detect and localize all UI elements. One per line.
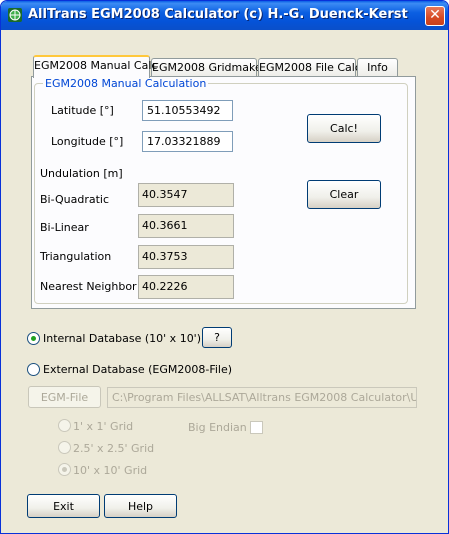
tab-gridmaker[interactable]: EGM2008 Gridmaker <box>151 58 266 78</box>
app-window: AllTrans EGM2008 Calculator (c) H.-G. Du… <box>0 0 449 534</box>
tab-label: Info <box>367 61 388 74</box>
tab-file-calc[interactable]: EGM2008 File Calc <box>258 58 361 78</box>
tab-label: EGM2008 File Calc <box>259 61 361 74</box>
tab-label: EGM2008 Manual Calc <box>34 59 158 72</box>
grid-1x1-radio[interactable] <box>58 419 71 432</box>
group-title: EGM2008 Manual Calculation <box>43 77 209 90</box>
calc-button[interactable]: Calc! <box>307 114 381 143</box>
biquadratic-value: 40.3547 <box>138 183 234 207</box>
latitude-label: Latitude [°] <box>51 104 114 117</box>
tab-label: EGM2008 Gridmaker <box>152 61 267 74</box>
external-database-radio[interactable] <box>27 363 40 376</box>
nearest-neighbor-value: 40.2226 <box>138 275 234 299</box>
grid-2-5x2-5-label: 2.5' x 2.5' Grid <box>73 442 155 455</box>
clear-button[interactable]: Clear <box>307 180 381 209</box>
tab-info[interactable]: Info <box>357 58 398 78</box>
latitude-input[interactable]: 51.10553492 <box>142 100 233 121</box>
internal-database-label: Internal Database (10' x 10') <box>43 332 202 345</box>
longitude-input[interactable]: 17.03321889 <box>142 131 233 152</box>
grid-2-5x2-5-radio[interactable] <box>58 441 71 454</box>
app-icon <box>8 8 22 22</box>
close-icon: ✕ <box>429 7 441 23</box>
big-endian-label: Big Endian <box>188 421 247 434</box>
help-button[interactable]: Help <box>104 494 177 518</box>
egm-file-path-input[interactable]: C:\Program Files\ALLSAT\Alltrans EGM2008… <box>107 387 417 408</box>
grid-10x10-label: 10' x 10' Grid <box>73 464 148 477</box>
grid-1x1-label: 1' x 1' Grid <box>73 420 134 433</box>
nearest-neighbor-label: Nearest Neighbor <box>40 280 137 293</box>
undulation-label: Undulation [m] <box>40 167 123 180</box>
close-button[interactable]: ✕ <box>425 6 445 26</box>
title-bar[interactable]: AllTrans EGM2008 Calculator (c) H.-G. Du… <box>1 1 448 30</box>
database-help-button[interactable]: ? <box>202 327 232 348</box>
biquadratic-label: Bi-Quadratic <box>40 193 110 206</box>
internal-database-radio[interactable] <box>27 332 40 345</box>
external-database-label: External Database (EGM2008-File) <box>43 363 233 376</box>
bilinear-label: Bi-Linear <box>40 221 89 234</box>
big-endian-checkbox[interactable] <box>250 421 263 434</box>
window-title: AllTrans EGM2008 Calculator (c) H.-G. Du… <box>28 7 408 22</box>
grid-10x10-radio[interactable] <box>58 463 71 476</box>
triangulation-label: Triangulation <box>40 250 112 263</box>
bilinear-value: 40.3661 <box>138 214 234 238</box>
egm-file-button[interactable]: EGM-File <box>28 386 101 408</box>
exit-button[interactable]: Exit <box>27 494 100 518</box>
tab-manual-calc[interactable]: EGM2008 Manual Calc <box>33 55 157 78</box>
triangulation-value: 40.3753 <box>138 245 234 269</box>
longitude-label: Longitude [°] <box>51 135 124 148</box>
